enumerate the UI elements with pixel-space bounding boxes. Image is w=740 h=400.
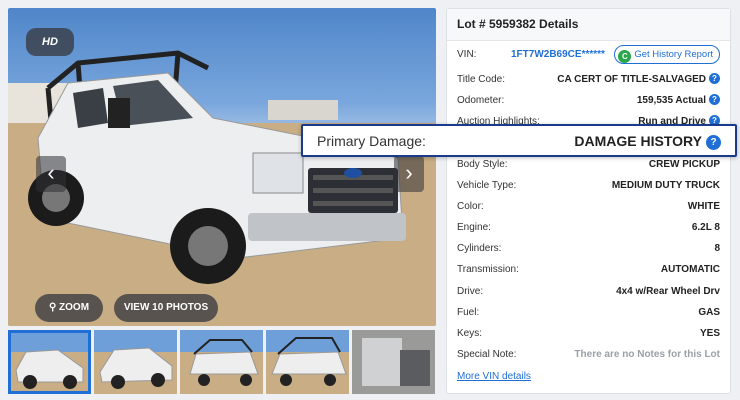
detail-row: Keys: YES	[457, 323, 720, 344]
more-vin-details-link[interactable]: More VIN details	[457, 371, 531, 382]
detail-value: 6.2L 8	[692, 217, 720, 238]
thumbnail-3[interactable]	[180, 330, 263, 394]
hd-badge: HD	[26, 28, 74, 56]
detail-value-text: AUTOMATIC	[660, 264, 720, 276]
detail-value: AUTOMATIC	[661, 259, 720, 280]
detail-value-text: MEDIUM DUTY TRUCK	[611, 179, 720, 191]
vin-row: VIN: 1FT7W2B69CE****** C Get History Repo…	[457, 44, 720, 65]
history-report-label: Get History Report	[634, 49, 713, 60]
detail-value-text: 8	[714, 243, 720, 255]
detail-label: Odometer:	[457, 95, 505, 107]
primary-damage-popover: Primary Damage: DAMAGE HISTORY?	[301, 124, 737, 157]
detail-label: Special Note:	[457, 348, 517, 360]
get-history-report-button[interactable]: C Get History Report	[614, 45, 720, 64]
detail-value: 8	[714, 238, 720, 259]
detail-value-text: YES	[699, 327, 720, 339]
view-photos-button[interactable]: VIEW 10 PHOTOS	[114, 294, 218, 322]
detail-label: Drive:	[457, 285, 484, 297]
magnifier-icon: ⚲	[48, 302, 57, 313]
damage-value: DAMAGE HISTORY?	[574, 126, 721, 156]
detail-value: There are no Notes for this Lot	[574, 344, 720, 365]
detail-value-text: 4x4 w/Rear Wheel Drv	[616, 285, 720, 297]
detail-value-text: GAS	[698, 306, 720, 318]
thumbnail-image	[266, 330, 349, 394]
detail-label: Cylinders:	[457, 243, 502, 255]
detail-label: Engine:	[457, 222, 491, 234]
chevron-right-icon: ›	[405, 160, 413, 185]
thumbnail-strip	[8, 330, 436, 394]
detail-value: WHITE	[688, 196, 720, 217]
detail-row: Fuel: GAS	[457, 302, 720, 323]
detail-label: Transmission:	[457, 264, 519, 276]
detail-label: Title Code:	[457, 74, 505, 85]
previous-photo-button[interactable]: ‹	[36, 156, 66, 192]
damage-label: Primary Damage:	[317, 133, 426, 149]
detail-value: YES	[700, 323, 720, 344]
thumbnail-image	[352, 330, 435, 394]
detail-label: Fuel:	[457, 306, 480, 318]
detail-value: 159,535 Actual?	[637, 90, 720, 111]
thumbnail-4[interactable]	[266, 330, 349, 394]
thumbnail-image	[8, 330, 91, 394]
vin-value[interactable]: 1FT7W2B69CE******	[511, 44, 605, 65]
detail-row: Transmission: AUTOMATIC	[457, 259, 720, 280]
detail-row: Special Note: There are no Notes for this…	[457, 344, 720, 365]
detail-value: 4x4 w/Rear Wheel Drv	[616, 281, 720, 302]
zoom-label: ZOOM	[59, 302, 90, 313]
thumbnail-image	[94, 330, 177, 394]
detail-value-text: WHITE	[687, 200, 720, 212]
zoom-button[interactable]: ⚲ ZOOM	[35, 294, 103, 322]
help-icon[interactable]: ?	[706, 135, 721, 150]
next-photo-button[interactable]: ›	[394, 156, 424, 192]
detail-value-text: CREW PICKUP	[648, 158, 720, 170]
detail-label: Color:	[457, 200, 484, 212]
history-report-icon: C	[618, 50, 632, 63]
detail-row: Engine: 6.2L 8	[457, 217, 720, 238]
detail-row: Odometer: 159,535 Actual?	[457, 90, 720, 111]
detail-row: Vehicle Type: MEDIUM DUTY TRUCK	[457, 175, 720, 196]
thumbnail-1[interactable]	[8, 330, 91, 394]
help-icon[interactable]: ?	[709, 73, 720, 84]
truck-illustration	[8, 50, 436, 326]
thumbnail-5[interactable]	[352, 330, 435, 394]
damage-value-text: DAMAGE HISTORY	[574, 133, 702, 149]
detail-value-text: CA CERT OF TITLE-SALVAGED	[557, 74, 706, 85]
chevron-left-icon: ‹	[47, 160, 55, 185]
detail-row: Title Code: CA CERT OF TITLE-SALVAGED?	[457, 69, 720, 90]
detail-row: Cylinders: 8	[457, 238, 720, 259]
lot-details-panel: Lot # 5959382 Details VIN: 1FT7W2B69CE**…	[446, 8, 731, 394]
detail-label: Keys:	[457, 327, 483, 339]
detail-label: Vehicle Type:	[457, 179, 517, 191]
detail-value-text: There are no Notes for this Lot	[574, 348, 720, 360]
detail-value-text: 6.2L 8	[691, 222, 720, 234]
main-vehicle-photo[interactable]: HD ‹ › ⚲ ZOOM VIEW 10 PHOTOS	[8, 8, 436, 326]
detail-row: Color: WHITE	[457, 196, 720, 217]
thumbnail-2[interactable]	[94, 330, 177, 394]
detail-value: GAS	[698, 302, 720, 323]
detail-value: CA CERT OF TITLE-SALVAGED?	[557, 69, 720, 90]
vin-label: VIN:	[457, 49, 477, 60]
help-icon[interactable]: ?	[709, 94, 720, 106]
thumbnail-image	[180, 330, 263, 394]
detail-row: Drive: 4x4 w/Rear Wheel Drv	[457, 281, 720, 302]
lot-details-title: Lot # 5959382 Details	[447, 9, 730, 41]
detail-value-text: 159,535 Actual	[636, 95, 706, 107]
detail-value: MEDIUM DUTY TRUCK	[612, 175, 720, 196]
